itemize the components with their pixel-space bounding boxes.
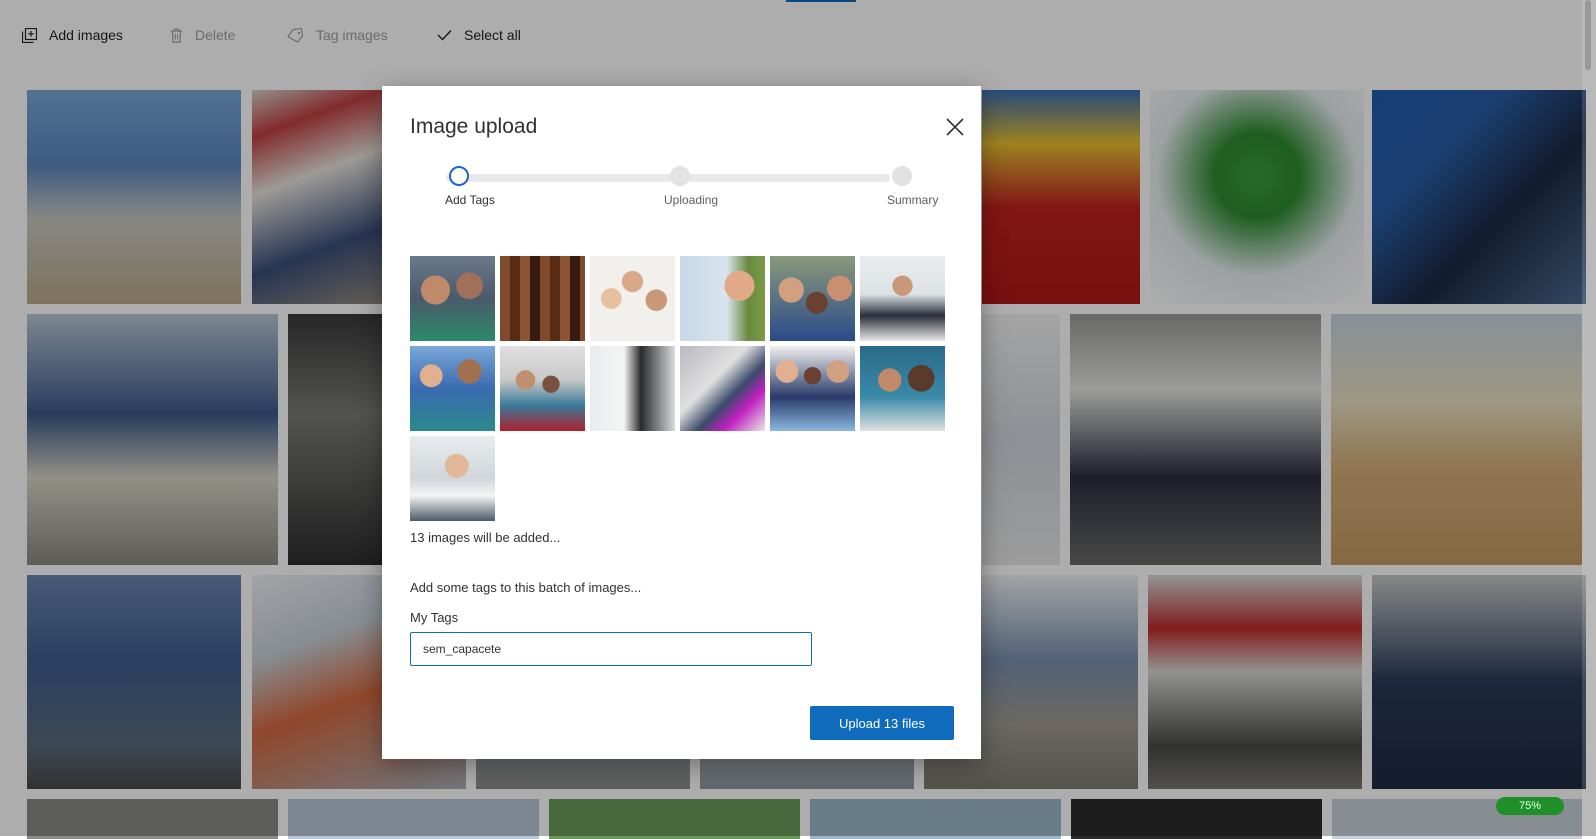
my-tags-input[interactable] [410,632,812,666]
upload-files-button[interactable]: Upload 13 files [810,706,954,740]
step-label-add-tags: Add Tags [445,193,495,207]
thumbnail-image [590,346,675,431]
image-upload-dialog: Image upload Add Tags Uploading Summary … [382,86,981,759]
progress-badge: 75% [1496,797,1564,815]
page-scrollbar-thumb[interactable] [1585,0,1591,70]
thumbnail-image [680,256,765,341]
step-dot-summary [892,166,912,186]
thumbnail-image [680,346,765,431]
images-added-text: 13 images will be added... [410,530,561,545]
page-scrollbar[interactable] [1582,0,1596,836]
progress-stepper-track [446,174,890,182]
step-label-summary: Summary [887,193,939,207]
thumbnail-image [410,436,495,521]
thumbnail-image [770,256,855,341]
close-icon [946,118,964,136]
step-dot-add-tags [449,166,469,186]
thumbnail-image [500,346,585,431]
thumbnail-image [500,256,585,341]
close-button[interactable] [942,114,968,140]
my-tags-label: My Tags [410,610,459,625]
thumbnail-image [410,346,495,431]
dialog-title: Image upload [410,115,538,138]
step-dot-uploading [670,166,690,186]
thumbnail-image [860,256,945,341]
thumbnail-image [590,256,675,341]
thumbnail-image [770,346,855,431]
thumbnail-image [410,256,495,341]
step-label-uploading: Uploading [664,193,719,207]
tags-prompt: Add some tags to this batch of images... [410,580,642,595]
thumbnail-image [860,346,945,431]
